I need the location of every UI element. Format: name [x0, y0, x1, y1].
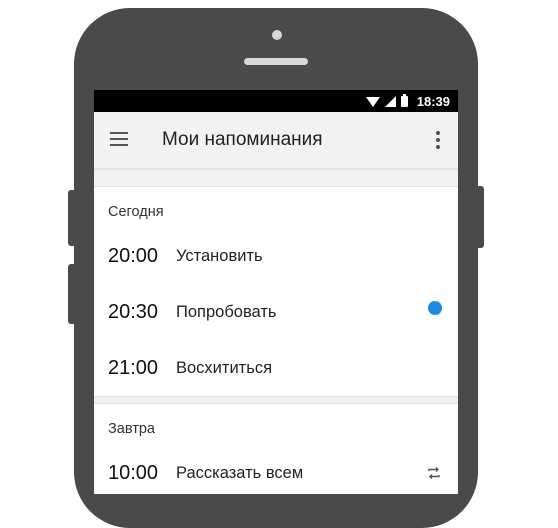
page-title: Мои напоминания	[162, 129, 323, 150]
reminder-item[interactable]: 20:00 Установить	[94, 228, 458, 284]
reminder-time: 10:00	[108, 461, 159, 484]
section-header: Сегодня	[108, 204, 164, 220]
reminder-label: Рассказать всем	[176, 463, 304, 482]
phone-side-button-left-1	[68, 190, 76, 246]
reminder-item[interactable]: 21:00 Восхититься	[94, 340, 458, 396]
status-bar: 18:39	[94, 90, 458, 112]
menu-icon[interactable]	[110, 132, 128, 146]
reminder-time: 20:30	[108, 300, 159, 323]
phone-side-button-right	[476, 186, 484, 248]
signal-icon	[384, 95, 396, 107]
status-time: 18:39	[416, 93, 450, 109]
reminder-label: Восхититься	[176, 358, 273, 377]
earpiece-speaker	[244, 58, 308, 65]
section-header: Завтра	[108, 421, 155, 437]
more-options-icon[interactable]	[436, 131, 440, 149]
reminder-item[interactable]: 10:00 Рассказать всем	[94, 445, 458, 494]
section-tomorrow: Завтра 10:00 Рассказать всем	[94, 404, 458, 494]
reminder-time: 20:00	[108, 244, 159, 267]
phone-screen: 18:39 Мои напоминания Сегодня 20:00 Уста…	[94, 90, 458, 494]
top-spacer	[94, 168, 458, 187]
reminder-label: Попробовать	[176, 302, 277, 321]
app-bar: Мои напоминания	[94, 112, 458, 168]
reminder-item[interactable]: 20:30 Попробовать	[94, 284, 458, 340]
front-camera	[272, 30, 282, 40]
phone-side-button-left-2	[68, 264, 76, 324]
unread-dot-icon	[428, 301, 442, 315]
wifi-icon	[365, 97, 380, 107]
repeat-icon	[428, 467, 440, 479]
reminder-time: 21:00	[108, 356, 159, 379]
section-divider	[94, 396, 458, 404]
battery-icon	[400, 93, 408, 107]
reminder-label: Установить	[176, 246, 263, 265]
section-today: Сегодня 20:00 Установить 20:30 Попробова…	[94, 187, 458, 396]
